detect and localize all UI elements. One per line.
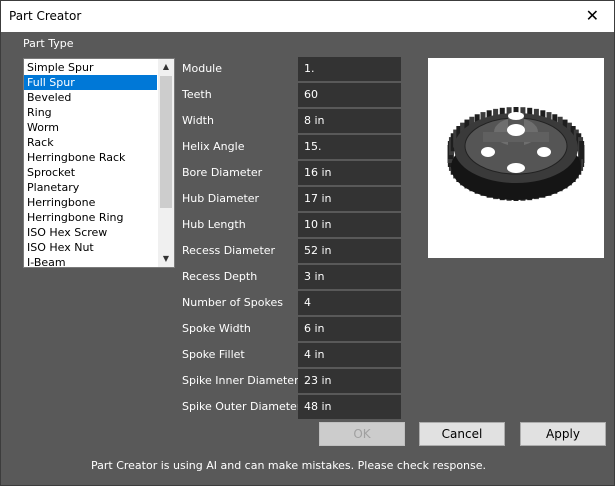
list-item[interactable]: Herringbone bbox=[24, 195, 157, 210]
field-input[interactable]: 6 in bbox=[298, 317, 401, 341]
field-label: Bore Diameter bbox=[182, 166, 263, 179]
list-item[interactable]: ISO Hex Screw bbox=[24, 225, 157, 240]
apply-button[interactable]: Apply bbox=[520, 422, 606, 446]
field-input[interactable]: 8 in bbox=[298, 109, 401, 133]
field-input[interactable]: 10 in bbox=[298, 213, 401, 237]
list-scrollbar[interactable]: ▲ ▼ bbox=[158, 59, 174, 267]
list-item[interactable]: I-Beam bbox=[24, 255, 157, 267]
list-item[interactable]: Sprocket bbox=[24, 165, 157, 180]
field-label: Number of Spokes bbox=[182, 296, 283, 309]
scroll-thumb[interactable] bbox=[160, 76, 172, 208]
list-item[interactable]: Full Spur bbox=[24, 75, 157, 90]
chevron-up-icon[interactable]: ▲ bbox=[158, 59, 174, 75]
field-label: Spoke Width bbox=[182, 322, 251, 335]
list-item[interactable]: Herringbone Ring bbox=[24, 210, 157, 225]
ok-button[interactable]: OK bbox=[319, 422, 405, 446]
list-item[interactable]: Beveled bbox=[24, 90, 157, 105]
field-label: Width bbox=[182, 114, 214, 127]
field-input[interactable]: 3 in bbox=[298, 265, 401, 289]
list-item[interactable]: Ring bbox=[24, 105, 157, 120]
part-type-listbox[interactable]: Simple Spur Full Spur Beveled Ring Worm Rack H… bbox=[23, 58, 175, 268]
field-label: Recess Depth bbox=[182, 270, 258, 283]
list-item[interactable]: Planetary bbox=[24, 180, 157, 195]
chevron-down-icon[interactable]: ▼ bbox=[158, 251, 174, 267]
field-label: Spike Outer Diameter bbox=[182, 400, 302, 413]
field-input[interactable]: 15. bbox=[298, 135, 401, 159]
field-input[interactable]: 16 in bbox=[298, 161, 401, 185]
part-type-label: Part Type bbox=[23, 37, 74, 50]
field-label: Recess Diameter bbox=[182, 244, 276, 257]
field-label: Teeth bbox=[182, 88, 212, 101]
field-input[interactable]: 60 bbox=[298, 83, 401, 107]
list-item[interactable]: ISO Hex Nut bbox=[24, 240, 157, 255]
list-item[interactable]: Rack bbox=[24, 135, 157, 150]
field-label: Helix Angle bbox=[182, 140, 245, 153]
field-input[interactable]: 17 in bbox=[298, 187, 401, 211]
field-label: Hub Diameter bbox=[182, 192, 260, 205]
field-input[interactable]: 48 in bbox=[298, 395, 401, 419]
field-label: Hub Length bbox=[182, 218, 246, 231]
field-input[interactable]: 4 in bbox=[298, 343, 401, 367]
list-item[interactable]: Simple Spur bbox=[24, 60, 157, 75]
gear-preview-image bbox=[447, 107, 585, 201]
part-type-list: Simple Spur Full Spur Beveled Ring Worm Rack H… bbox=[24, 60, 157, 267]
title-bar: Part Creator ✕ bbox=[1, 1, 614, 32]
ai-disclaimer: Part Creator is using AI and can make mi… bbox=[90, 459, 487, 472]
field-input[interactable]: 4 bbox=[298, 291, 401, 315]
cancel-button[interactable]: Cancel bbox=[419, 422, 505, 446]
window-title: Part Creator bbox=[9, 9, 82, 23]
field-label: Module bbox=[182, 62, 222, 75]
list-item[interactable]: Worm bbox=[24, 120, 157, 135]
list-item[interactable]: Herringbone Rack bbox=[24, 150, 157, 165]
field-label: Spike Inner Diameter bbox=[182, 374, 299, 387]
field-input[interactable]: 1. bbox=[298, 57, 401, 81]
close-icon[interactable]: ✕ bbox=[586, 6, 599, 26]
field-input[interactable]: 23 in bbox=[298, 369, 401, 393]
part-creator-dialog: Part Creator ✕ Part Type Simple Spur Full… bbox=[0, 0, 615, 486]
gear-preview bbox=[428, 58, 604, 258]
field-input[interactable]: 52 in bbox=[298, 239, 401, 263]
field-label: Spoke Fillet bbox=[182, 348, 245, 361]
